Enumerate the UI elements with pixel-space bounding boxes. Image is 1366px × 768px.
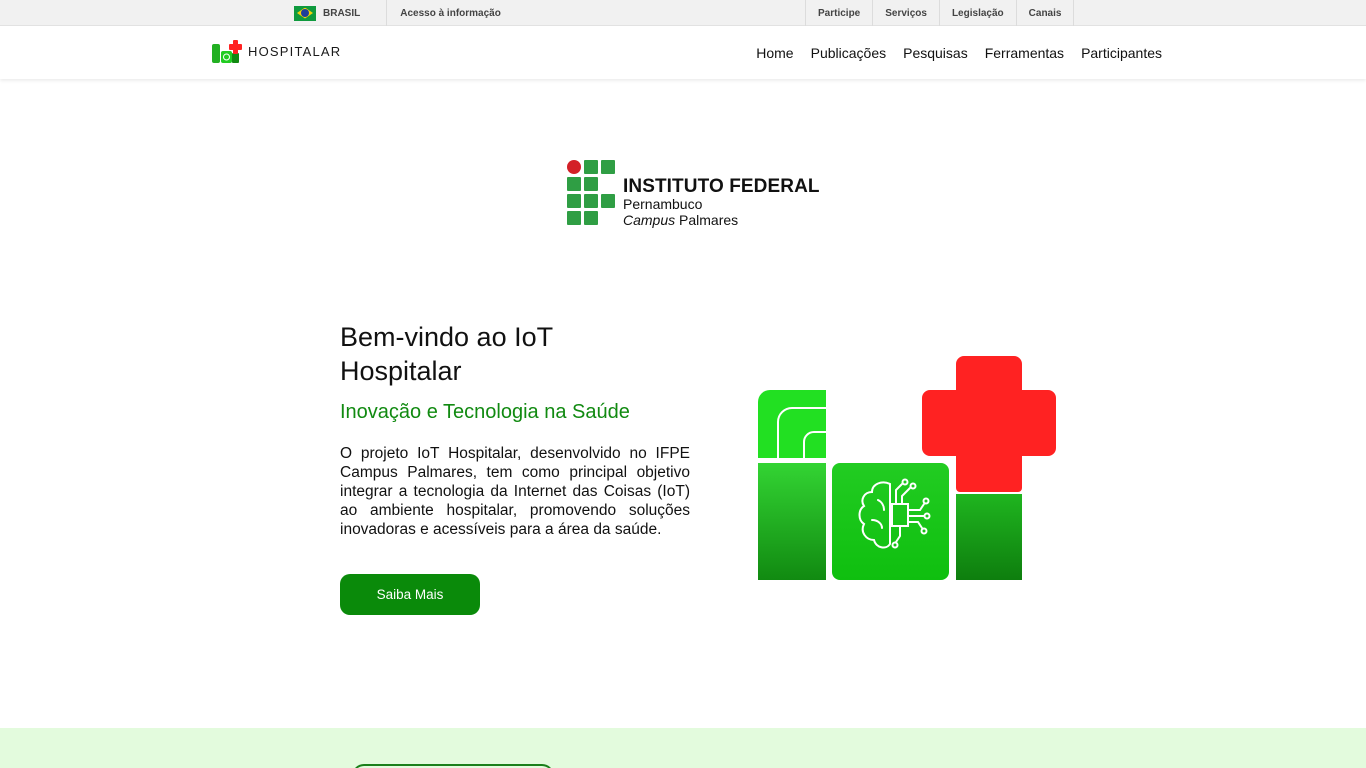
nav-publicacoes[interactable]: Publicações: [811, 45, 887, 61]
brazil-flag-icon[interactable]: [294, 5, 316, 21]
ifpe-logo: INSTITUTO FEDERAL Pernambuco Campus Palm…: [567, 160, 820, 229]
next-section-band: [0, 728, 1366, 768]
gov-left-group: BRASIL Acesso à informação: [294, 0, 501, 26]
gov-link-servicos[interactable]: Serviços: [872, 0, 939, 26]
hero-title: Bem-vindo ao IoT Hospitalar: [340, 322, 553, 386]
section-pill: [352, 764, 554, 768]
iot-hospital-icon: [758, 356, 1056, 580]
nav-participantes[interactable]: Participantes: [1081, 45, 1162, 61]
access-info-link[interactable]: Acesso à informação: [400, 8, 501, 19]
divider: [386, 0, 388, 26]
hero-description: O projeto IoT Hospitalar, desenvolvido n…: [340, 445, 690, 538]
gov-brasil-link[interactable]: BRASIL: [323, 8, 360, 19]
nav-ferramentas[interactable]: Ferramentas: [985, 45, 1064, 61]
nav-pesquisas[interactable]: Pesquisas: [903, 45, 968, 61]
gov-link-legislacao[interactable]: Legislação: [938, 0, 1016, 26]
main-menu: Home Publicações Pesquisas Ferramentas P…: [756, 26, 1162, 79]
gov-link-participe[interactable]: Participe: [805, 0, 872, 26]
ifpe-grid-icon: [567, 160, 615, 229]
site-logo[interactable]: HOSPITALAR: [212, 39, 341, 64]
ifpe-state: Pernambuco: [623, 196, 703, 213]
gov-top-bar: BRASIL Acesso à informação Participe Ser…: [0, 0, 1366, 26]
main-navbar: HOSPITALAR Home Publicações Pesquisas Fe…: [0, 26, 1366, 79]
ifpe-text: INSTITUTO FEDERAL Pernambuco Campus Palm…: [623, 160, 820, 229]
gov-links: Participe Serviços Legislação Canais: [805, 0, 1075, 26]
gov-link-canais[interactable]: Canais: [1015, 0, 1075, 26]
logo-text: HOSPITALAR: [248, 44, 342, 59]
iot-logo-icon: [212, 40, 242, 63]
ifpe-campus: Campus Palmares: [623, 211, 739, 228]
hero-subtitle: Inovação e Tecnologia na Saúde: [340, 401, 630, 423]
saiba-mais-button[interactable]: Saiba Mais: [340, 574, 480, 615]
ifpe-title: INSTITUTO FEDERAL: [623, 176, 820, 197]
nav-home[interactable]: Home: [756, 45, 793, 61]
